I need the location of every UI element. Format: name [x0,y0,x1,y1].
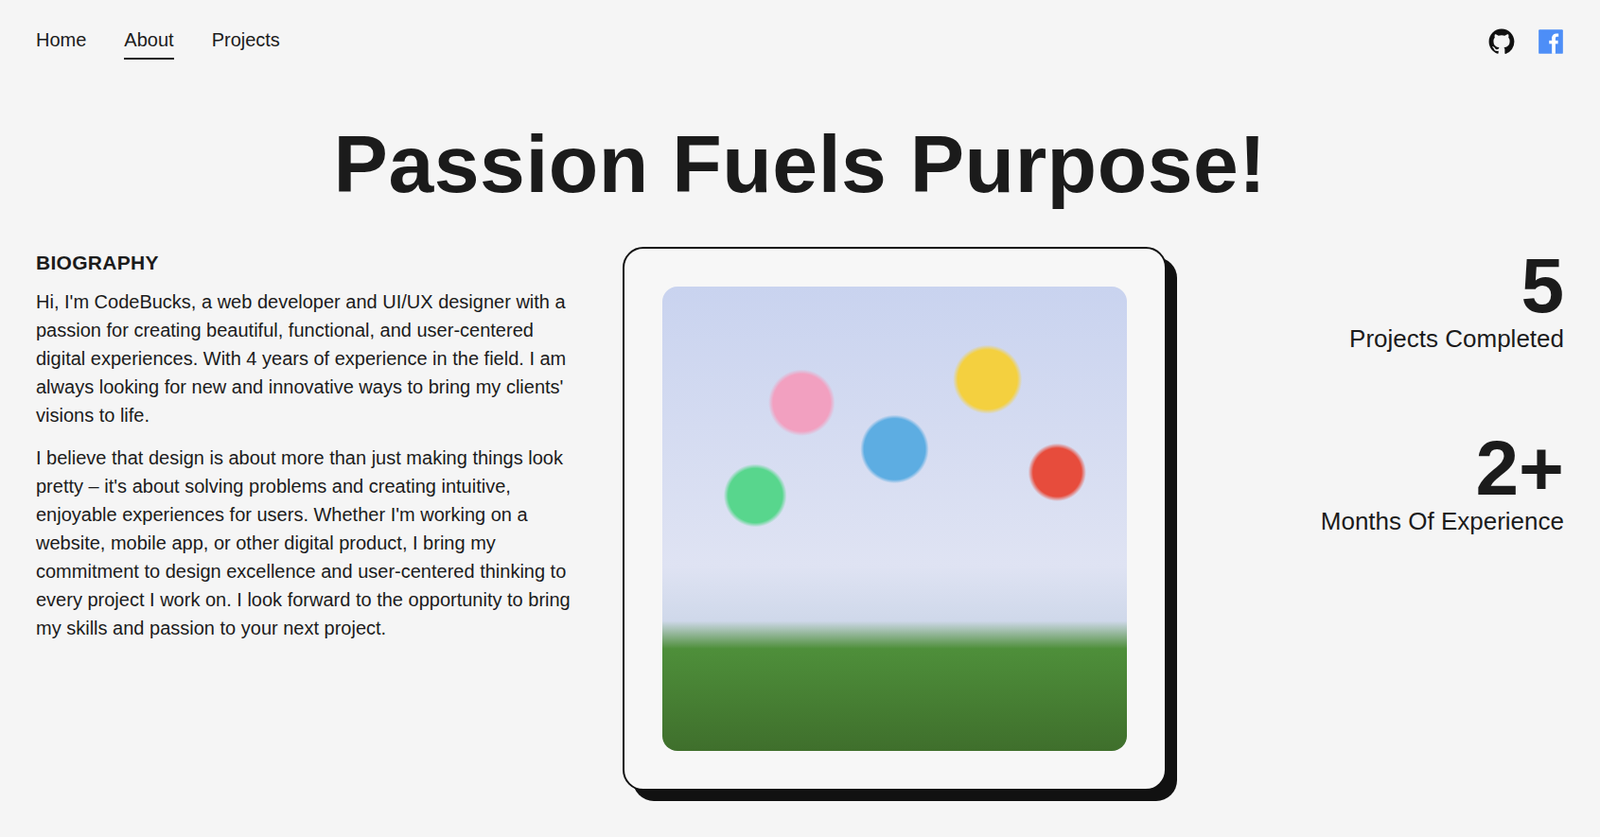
stat-label: Months Of Experience [1213,507,1565,537]
biography: BIOGRAPHY Hi, I'm CodeBucks, a web develo… [35,246,576,657]
nav-link[interactable]: Home [35,23,87,60]
github-icon[interactable] [1488,28,1515,55]
photo-frame [622,246,1167,792]
top-nav: Home About Projects [35,0,1565,84]
stat-label: Projects Completed [1213,324,1565,354]
page-title: Passion Fuels Purpose! [35,119,1565,210]
biography-heading: BIOGRAPHY [35,250,576,275]
stat: 2+Months Of Experience [1213,429,1565,537]
nav-link[interactable]: About [123,23,174,60]
nav-links: Home About Projects [35,23,318,60]
stat-value: 5 [1213,246,1565,325]
nav-link[interactable]: Projects [211,23,281,60]
biography-paragraph: I believe that design is about more than… [35,443,576,643]
social-links [1488,28,1565,55]
stat: 5Projects Completed [1213,246,1565,354]
profile-photo [662,286,1127,752]
stats: 5Projects Completed 2+Months Of Experienc… [1213,246,1565,613]
stat-value: 2+ [1213,429,1565,508]
about-section: BIOGRAPHY Hi, I'm CodeBucks, a web develo… [35,246,1565,792]
biography-paragraph: Hi, I'm CodeBucks, a web developer and U… [35,287,576,430]
facebook-icon[interactable] [1537,28,1565,55]
